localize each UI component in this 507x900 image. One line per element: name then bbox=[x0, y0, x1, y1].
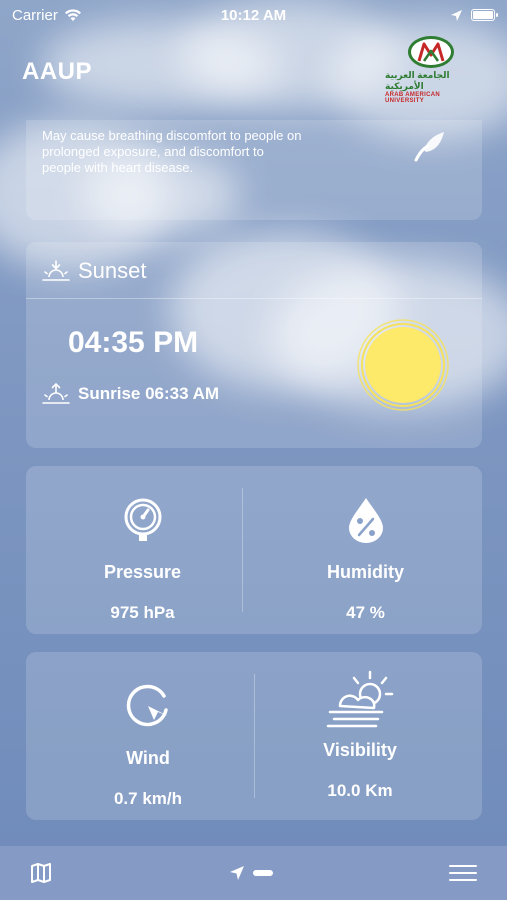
location-arrow-icon bbox=[451, 9, 462, 21]
humidity-drop-icon bbox=[348, 498, 383, 543]
wind-value: 0.7 km/h bbox=[113, 789, 183, 808]
sunset-header: Sunset bbox=[42, 258, 147, 284]
wind-label: Wind bbox=[126, 748, 170, 768]
sunrise-row: Sunrise 06:33 AM bbox=[42, 382, 219, 406]
sunset-icon bbox=[42, 260, 70, 281]
menu-icon[interactable] bbox=[449, 864, 477, 882]
wind-visibility-card: Wind 0.7 km/h Visibility 10.0 Km bbox=[26, 652, 482, 820]
wind-column: Wind 0.7 km/h bbox=[26, 652, 270, 820]
sunset-label: Sunset bbox=[78, 258, 147, 283]
pressure-gauge-icon bbox=[124, 498, 161, 541]
visibility-label: Visibility bbox=[323, 740, 397, 760]
sunset-card: Sunset 04:35 PM Sunrise 06:33 AM bbox=[26, 242, 482, 448]
page-indicator[interactable] bbox=[229, 865, 273, 881]
carrier-name: Carrier bbox=[12, 6, 58, 24]
stat-divider bbox=[242, 488, 243, 612]
logo-arabic-text: الجامعة العربية الأمريكية bbox=[385, 70, 450, 91]
app-title: AAUP bbox=[22, 58, 93, 85]
status-left: Carrier bbox=[12, 7, 82, 24]
air-quality-description: May cause breathing discomfort to people… bbox=[42, 128, 302, 175]
sun-icon bbox=[357, 319, 449, 411]
leaf-icon bbox=[414, 132, 444, 162]
bottom-toolbar bbox=[0, 846, 507, 900]
sunset-divider bbox=[26, 298, 482, 299]
map-icon[interactable] bbox=[30, 862, 52, 884]
pressure-column: Pressure 975 hPa bbox=[26, 466, 259, 634]
sunrise-icon bbox=[42, 382, 70, 404]
wifi-icon bbox=[64, 8, 81, 21]
pressure-value: 975 hPa bbox=[110, 603, 175, 622]
humidity-label: Humidity bbox=[326, 562, 404, 582]
university-logo: الجامعة العربية الأمريكية ARAB AMERICAN … bbox=[385, 36, 477, 104]
air-quality-card: May cause breathing discomfort to people… bbox=[26, 120, 482, 220]
wind-compass-icon bbox=[126, 684, 168, 727]
humidity-value: 47 % bbox=[346, 603, 385, 622]
visibility-value: 10.0 Km bbox=[327, 781, 393, 800]
pressure-label: Pressure bbox=[103, 562, 182, 582]
logo-emblem-icon bbox=[408, 36, 454, 68]
sunrise-text: Sunrise 06:33 AM bbox=[78, 384, 220, 403]
pressure-humidity-card: Pressure 975 hPa Humidity 47 % bbox=[26, 466, 482, 634]
page-dot-active bbox=[252, 870, 273, 876]
status-bar: Carrier 10:12 AM bbox=[0, 0, 507, 30]
visibility-column: Visibility 10.0 Km bbox=[238, 652, 482, 820]
battery-icon bbox=[471, 9, 498, 21]
sunset-time: 04:35 PM bbox=[68, 326, 199, 359]
visibility-sun-cloud-icon bbox=[326, 670, 394, 728]
humidity-column: Humidity 47 % bbox=[249, 466, 482, 634]
status-right bbox=[450, 9, 498, 22]
logo-english-text: ARAB AMERICAN UNIVERSITY bbox=[385, 92, 441, 104]
current-location-icon bbox=[229, 866, 244, 880]
